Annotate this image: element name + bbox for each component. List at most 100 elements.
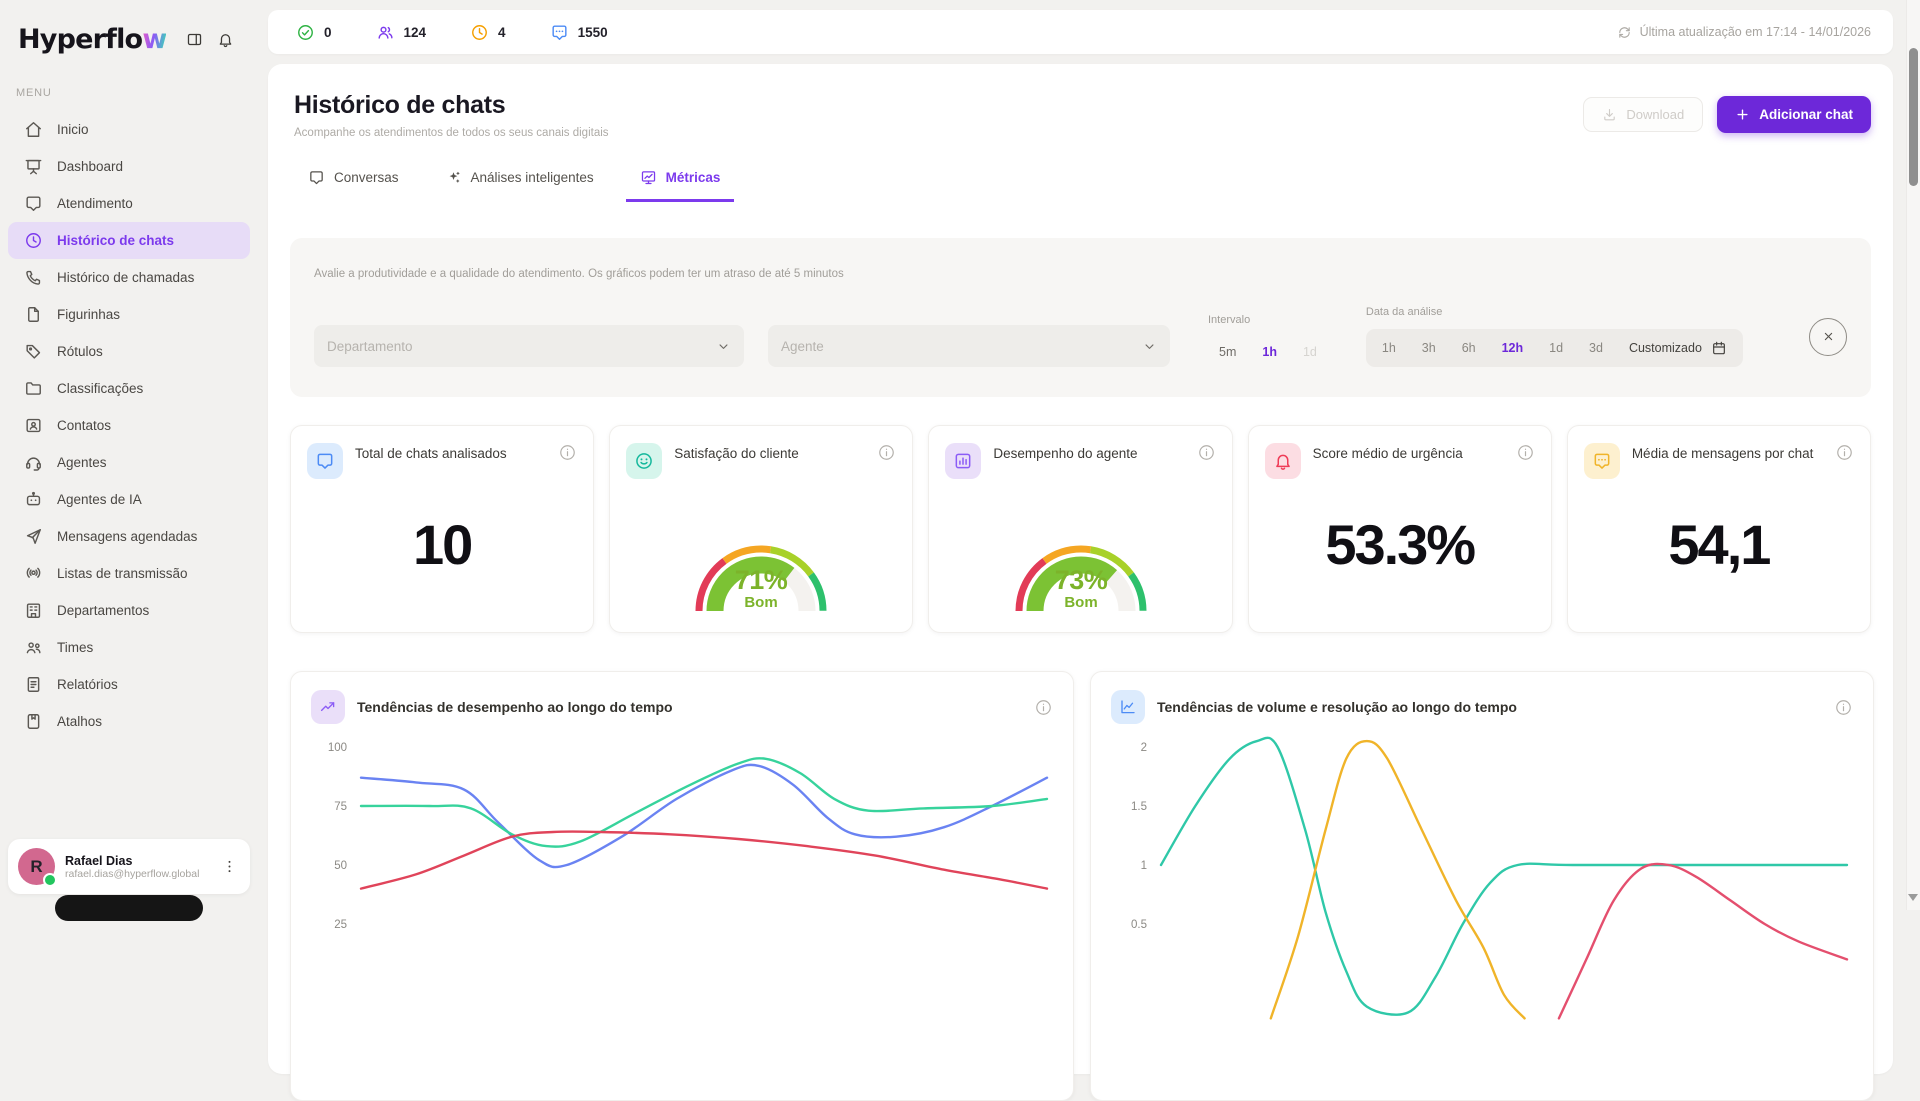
sidebar-item-contatos[interactable]: Contatos — [8, 407, 250, 444]
last-update: Última atualização em 17:14 - 14/01/2026 — [1617, 25, 1871, 40]
tab-analises-inteligentes[interactable]: Análises inteligentes — [431, 161, 608, 202]
bell-icon — [217, 31, 234, 48]
sidebar-item-atendimento[interactable]: Atendimento — [8, 185, 250, 222]
chat-icon — [24, 194, 43, 213]
chevron-down-icon — [1142, 339, 1157, 354]
sidebar-item-listas-de-transmissao[interactable]: Listas de transmissão — [8, 555, 250, 592]
departamento-select[interactable]: Departamento — [314, 325, 744, 367]
metric-title: Média de mensagens por chat — [1632, 443, 1823, 464]
sidebar-item-historico-de-chamadas[interactable]: Histórico de chamadas — [8, 259, 250, 296]
info-icon — [877, 443, 896, 462]
user-card[interactable]: R Rafael Dias rafael.dias@hyperflow.glob… — [8, 839, 250, 894]
sidebar-item-label: Rótulos — [57, 344, 103, 359]
badge-users[interactable]: 124 — [370, 22, 433, 43]
metric-icon-chip — [1265, 443, 1301, 479]
metric-title: Satisfação do cliente — [674, 443, 865, 464]
info-button[interactable] — [1834, 698, 1853, 717]
series-linha-rosa — [1559, 864, 1847, 1018]
chart-title: Tendências de volume e resolução ao long… — [1157, 699, 1822, 715]
notifications-button[interactable] — [215, 29, 236, 50]
sidebar-item-figurinhas[interactable]: Figurinhas — [8, 296, 250, 333]
info-button[interactable] — [1034, 698, 1053, 717]
online-status-dot — [43, 873, 57, 887]
chart-icon-chip — [311, 690, 345, 724]
chat-icon — [308, 169, 325, 186]
tab-metricas[interactable]: Métricas — [626, 161, 735, 202]
tab-label: Métricas — [666, 170, 721, 185]
badge-check-circle[interactable]: 0 — [290, 22, 338, 43]
send-icon — [24, 527, 43, 546]
sidebar-item-relatorios[interactable]: Relatórios — [8, 666, 250, 703]
sidebar-item-inicio[interactable]: Inicio — [8, 111, 250, 148]
sidebar-item-agentes[interactable]: Agentes — [8, 444, 250, 481]
clock-icon — [470, 23, 489, 42]
metric-icon-chip — [945, 443, 981, 479]
sidebar-item-label: Mensagens agendadas — [57, 529, 197, 544]
interval-option-5m[interactable]: 5m — [1208, 337, 1247, 367]
info-button[interactable] — [1516, 443, 1535, 462]
user-menu-button[interactable] — [219, 856, 240, 877]
sidebar-item-departamentos[interactable]: Departamentos — [8, 592, 250, 629]
sidebar-item-classificacoes[interactable]: Classificações — [8, 370, 250, 407]
collapse-sidebar-button[interactable] — [184, 29, 205, 50]
sidebar-item-times[interactable]: Times — [8, 629, 250, 666]
interval-group: Intervalo 5m1h1d — [1208, 314, 1328, 367]
sidebar-item-mensagens-agendadas[interactable]: Mensagens agendadas — [8, 518, 250, 555]
period-option-customizado[interactable]: Customizado — [1618, 332, 1738, 364]
gauge: 73%Bom — [996, 523, 1166, 615]
add-chat-button[interactable]: Adicionar chat — [1717, 96, 1871, 133]
tab-bar: Conversas Análises inteligentes Métricas — [268, 161, 1893, 202]
gauge-value: 71% — [735, 565, 788, 595]
clear-filters-button[interactable] — [1809, 318, 1847, 356]
headset-icon — [24, 453, 43, 472]
info-icon — [1034, 698, 1053, 717]
period-option-3h[interactable]: 3h — [1411, 333, 1447, 363]
sidebar-item-label: Listas de transmissão — [57, 566, 188, 581]
sidebar-item-dashboard[interactable]: Dashboard — [8, 148, 250, 185]
period-option-6h[interactable]: 6h — [1451, 333, 1487, 363]
refresh-icon — [1617, 25, 1632, 40]
metric-title: Total de chats analisados — [355, 443, 546, 464]
home-icon — [24, 120, 43, 139]
badge-chat-dots[interactable]: 1550 — [544, 22, 614, 43]
metric-value: 54,1 — [1584, 479, 1854, 615]
agente-select[interactable]: Agente — [768, 325, 1170, 367]
interval-option-1d[interactable]: 1d — [1292, 337, 1328, 367]
main-content: Histórico de chats Acompanhe os atendime… — [268, 64, 1893, 1074]
scrollbar-down-arrow[interactable] — [1908, 894, 1918, 901]
metric-title: Desempenho do agente — [993, 443, 1184, 464]
sidebar-item-atalhos[interactable]: Atalhos — [8, 703, 250, 740]
y-axis-tick: 2 — [1141, 742, 1147, 754]
badge-value: 1550 — [578, 25, 608, 40]
sidebar-item-historico-de-chats[interactable]: Histórico de chats — [8, 222, 250, 259]
page-scrollbar[interactable] — [1906, 0, 1920, 910]
period-option-3d[interactable]: 3d — [1578, 333, 1614, 363]
badge-clock[interactable]: 4 — [464, 22, 512, 43]
hyperflow-logo: Hyperflow — [18, 24, 166, 55]
report-icon — [24, 675, 43, 694]
metric-value: 10 — [307, 479, 577, 615]
panel-icon — [186, 31, 203, 48]
sidebar-item-rotulos[interactable]: Rótulos — [8, 333, 250, 370]
team-icon — [24, 638, 43, 657]
tab-conversas[interactable]: Conversas — [294, 161, 413, 202]
info-button[interactable] — [1197, 443, 1216, 462]
period-option-1d[interactable]: 1d — [1538, 333, 1574, 363]
sidebar-item-agentes-de-ia[interactable]: Agentes de IA — [8, 481, 250, 518]
badge-icon-wrap — [376, 23, 395, 42]
info-icon — [1835, 443, 1854, 462]
download-button[interactable]: Download — [1583, 97, 1703, 132]
scrollbar-thumb[interactable] — [1909, 48, 1918, 186]
info-button[interactable] — [877, 443, 896, 462]
info-button[interactable] — [1835, 443, 1854, 462]
refresh-button[interactable] — [1617, 25, 1632, 40]
sidebar-header: Hyperflow — [0, 0, 258, 55]
filter-panel: Avalie a produtividade e a qualidade do … — [290, 238, 1871, 397]
series-linha-amarela — [1271, 741, 1525, 1018]
status-badges: 0 124 4 1550 — [290, 22, 614, 43]
period-option-12h[interactable]: 12h — [1491, 333, 1535, 363]
info-button[interactable] — [558, 443, 577, 462]
period-option-1h[interactable]: 1h — [1371, 333, 1407, 363]
interval-option-1h[interactable]: 1h — [1251, 337, 1288, 367]
series-linha-azul — [361, 765, 1047, 867]
